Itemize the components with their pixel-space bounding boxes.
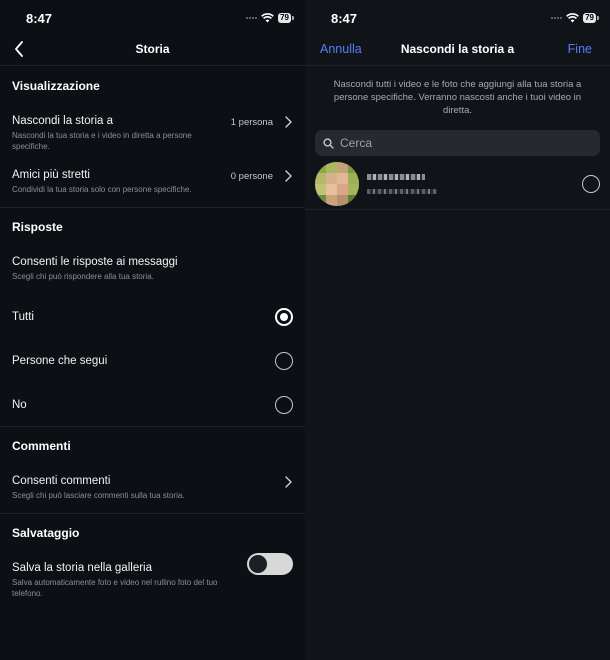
row-title: Consenti commenti — [12, 475, 111, 487]
description: Nascondi tutti i video e le foto che agg… — [333, 79, 582, 116]
hide-story-screen: 8:47 79 Annulla Nascondi la storia a Fin… — [305, 0, 610, 660]
search-input[interactable] — [340, 136, 580, 150]
radio-unselected[interactable] — [275, 352, 293, 370]
wifi-icon — [261, 13, 274, 23]
back-button[interactable] — [14, 36, 36, 62]
section-title-commenti: Commenti — [12, 439, 71, 453]
section-title-salvataggio: Salvataggio — [12, 526, 80, 540]
option-label: No — [12, 399, 27, 411]
radio-unselected[interactable] — [582, 175, 600, 193]
status-bar: 8:47 79 — [0, 0, 305, 36]
status-time: 8:47 — [331, 10, 358, 26]
done-button[interactable]: Fine — [568, 42, 592, 56]
signal-icon — [551, 17, 563, 19]
header: Annulla Nascondi la storia a Fine — [305, 36, 610, 66]
battery-icon: 79 — [583, 13, 599, 23]
search-icon — [323, 137, 334, 149]
header: Storia — [0, 36, 305, 66]
status-icons: 79 — [246, 13, 294, 23]
reply-option-no[interactable]: No — [0, 396, 305, 414]
avatar — [315, 162, 359, 206]
option-label: Persone che segui — [12, 355, 108, 367]
toggle-knob — [249, 555, 267, 573]
cancel-button[interactable]: Annulla — [320, 42, 362, 56]
hide-story-row[interactable]: Nascondi la storia a Nascondi la tua sto… — [0, 115, 305, 152]
row-value: 0 persone — [230, 171, 273, 182]
save-to-gallery-row: Salva la storia nella galleria Salva aut… — [0, 553, 305, 599]
row-subtitle: Nascondi la tua storia e i video in dire… — [12, 131, 192, 151]
row-value: 1 persona — [230, 117, 273, 128]
story-settings-screen: 8:47 79 Storia Visualizzazione Nascondi … — [0, 0, 305, 660]
chevron-right-icon — [285, 170, 292, 182]
row-subtitle: Condividi la tua storia solo con persone… — [12, 185, 192, 194]
contact-row[interactable] — [305, 159, 610, 209]
close-friends-row[interactable]: Amici più stretti Condividi la tua stori… — [0, 169, 305, 195]
allow-comments-row[interactable]: Consenti commenti Scegli chi può lasciar… — [0, 475, 305, 501]
reply-option-persone-che-segui[interactable]: Persone che segui — [0, 352, 305, 370]
status-time: 8:47 — [26, 10, 53, 26]
chevron-right-icon — [285, 116, 292, 128]
wifi-icon — [566, 13, 579, 23]
search-bar[interactable] — [315, 130, 600, 156]
battery-icon: 79 — [278, 13, 294, 23]
status-icons: 79 — [551, 13, 599, 23]
row-title: Consenti le risposte ai messaggi — [12, 256, 178, 268]
section-title-visualizzazione: Visualizzazione — [12, 79, 100, 93]
divider — [305, 209, 610, 210]
chevron-right-icon — [285, 476, 292, 488]
signal-icon — [246, 17, 258, 19]
page-title: Nascondi la storia a — [400, 41, 515, 56]
radio-unselected[interactable] — [275, 396, 293, 414]
section-title-risposte: Risposte — [12, 220, 63, 234]
page-title: Storia — [135, 41, 170, 56]
contact-name-blurred — [367, 174, 437, 194]
row-subtitle: Scegli chi può lasciare commenti sulla t… — [12, 491, 185, 500]
row-subtitle: Scegli chi può rispondere alla tua stori… — [12, 272, 154, 281]
chevron-left-icon — [15, 41, 23, 57]
row-subtitle: Salva automaticamente foto e video nel r… — [12, 578, 218, 598]
reply-option-tutti[interactable]: Tutti — [0, 308, 305, 326]
status-bar: 8:47 79 — [305, 0, 610, 36]
save-to-gallery-toggle[interactable] — [247, 553, 293, 575]
allow-replies-row: Consenti le risposte ai messaggi Scegli … — [0, 256, 305, 282]
option-label: Tutti — [12, 311, 34, 323]
radio-selected[interactable] — [275, 308, 293, 326]
avatar-image — [315, 162, 359, 206]
